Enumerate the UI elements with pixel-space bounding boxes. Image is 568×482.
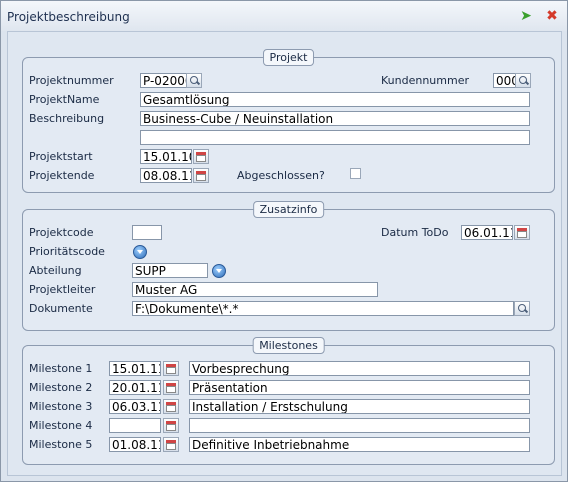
abteilung-field[interactable]: SUPP <box>132 263 208 278</box>
projektname-label: ProjektName <box>29 93 100 106</box>
beschreibung-field[interactable]: Business-Cube / Neuinstallation <box>140 111 530 126</box>
milestone-date-field[interactable]: 15.01.11 <box>109 361 161 376</box>
milestone-calendar-icon[interactable] <box>163 399 179 414</box>
projektnummer-field[interactable]: P-02000 <box>140 73 188 88</box>
milestone-calendar-icon[interactable] <box>163 418 179 433</box>
projektstart-field[interactable]: 15.01.10 <box>140 149 192 164</box>
milestone-label: Milestone 2 <box>29 381 93 394</box>
milestones-legend: Milestones <box>252 337 325 354</box>
projektstart-label: Projektstart <box>29 150 93 163</box>
milestone-text-field[interactable]: Definitive Inbetriebnahme <box>189 437 530 452</box>
projektleiter-field[interactable]: Muster AG <box>132 282 378 297</box>
projektcode-field[interactable] <box>132 225 162 240</box>
projektleiter-label: Projektleiter <box>29 283 96 296</box>
milestone-calendar-icon[interactable] <box>163 361 179 376</box>
dialog-window: Projektbeschreibung ➤ ✖ Projekt Projektn… <box>0 0 568 482</box>
datum-todo-field[interactable]: 06.01.11 <box>461 225 513 240</box>
dokumente-field[interactable]: F:\Dokumente\*.* <box>132 301 514 316</box>
kundennummer-search-icon[interactable] <box>515 73 531 88</box>
abgeschlossen-checkbox[interactable] <box>350 168 361 179</box>
abteilung-dropdown-icon[interactable] <box>212 264 226 278</box>
zusatzinfo-group: Zusatzinfo Projektcode Datum ToDo 06.01.… <box>22 201 555 331</box>
milestone-date-field[interactable] <box>109 418 161 433</box>
milestone-date-field[interactable]: 06.03.11 <box>109 399 161 414</box>
milestone-label: Milestone 1 <box>29 362 93 375</box>
milestone-label: Milestone 3 <box>29 400 93 413</box>
title-bar: Projektbeschreibung ➤ ✖ <box>1 1 567 31</box>
prioritaetscode-label: Prioritätscode <box>29 245 105 258</box>
milestones-group: Milestones Milestone 1 15.01.11 Vorbespr… <box>22 337 555 465</box>
projektnummer-label: Projektnummer <box>29 74 114 87</box>
milestone-label: Milestone 5 <box>29 438 93 451</box>
beschreibung-field-2[interactable] <box>140 130 530 145</box>
projektstart-calendar-icon[interactable] <box>193 149 209 164</box>
milestone-calendar-icon[interactable] <box>163 380 179 395</box>
kundennummer-field[interactable]: 000 <box>493 73 517 88</box>
projekt-group: Projekt Projektnummer P-02000 Kundennumm… <box>22 49 555 193</box>
projektende-label: Projektende <box>29 169 95 182</box>
milestone-text-field[interactable]: Präsentation <box>189 380 530 395</box>
dokumente-label: Dokumente <box>29 302 93 315</box>
window-title: Projektbeschreibung <box>7 10 130 24</box>
abgeschlossen-label: Abgeschlossen? <box>237 169 325 182</box>
abteilung-label: Abteilung <box>29 264 82 277</box>
datum-todo-calendar-icon[interactable] <box>514 225 530 240</box>
projekt-legend: Projekt <box>262 49 315 66</box>
projektcode-label: Projektcode <box>29 226 94 239</box>
projektname-field[interactable]: Gesamtlösung <box>140 92 530 107</box>
milestone-text-field[interactable]: Vorbesprechung <box>189 361 530 376</box>
confirm-arrow-icon[interactable]: ➤ <box>518 8 534 24</box>
milestone-date-field[interactable]: 01.08.11 <box>109 437 161 452</box>
milestone-text-field[interactable]: Installation / Erstschulung <box>189 399 530 414</box>
milestone-calendar-icon[interactable] <box>163 437 179 452</box>
dokumente-search-icon[interactable] <box>514 301 530 316</box>
milestone-label: Milestone 4 <box>29 419 93 432</box>
projektende-calendar-icon[interactable] <box>193 168 209 183</box>
datum-todo-label: Datum ToDo <box>381 226 449 239</box>
dialog-content: Projekt Projektnummer P-02000 Kundennumm… <box>7 31 562 476</box>
milestone-date-field[interactable]: 20.01.11 <box>109 380 161 395</box>
zusatzinfo-legend: Zusatzinfo <box>252 201 325 218</box>
milestone-text-field[interactable] <box>189 418 530 433</box>
beschreibung-label: Beschreibung <box>29 112 105 125</box>
close-icon[interactable]: ✖ <box>544 8 560 24</box>
projektende-field[interactable]: 08.08.11 <box>140 168 192 183</box>
projektnummer-search-icon[interactable] <box>186 73 202 88</box>
prioritaetscode-dropdown-icon[interactable] <box>133 245 147 259</box>
kundennummer-label: Kundennummer <box>381 74 469 87</box>
